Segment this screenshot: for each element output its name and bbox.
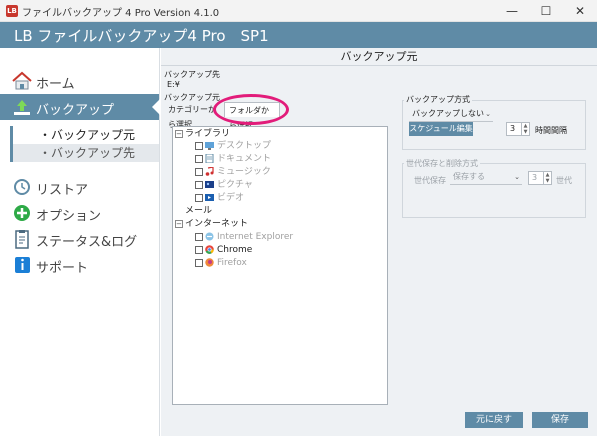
tree-node-internet-explorer[interactable]: Internet Explorer [195, 231, 293, 244]
music-icon [205, 167, 214, 176]
app-logo-icon: LB [6, 5, 18, 17]
backup-method-title: バックアップ方式 [404, 94, 472, 105]
maximize-button[interactable]: ☐ [529, 0, 563, 22]
checkbox[interactable] [195, 245, 203, 254]
generation-group-title: 世代保存と削除方式 [404, 158, 480, 169]
generation-select[interactable]: 保存する ⌄ [450, 171, 522, 185]
sidebar-item-status-log[interactable]: ステータス&ログ [0, 226, 159, 252]
close-button[interactable]: ✕ [563, 0, 597, 22]
revert-button[interactable]: 元に戻す [465, 412, 523, 428]
home-icon [12, 71, 32, 90]
window-titlebar: LB ファイルバックアップ 4 Pro Version 4.1.0 — ☐ ✕ [0, 0, 597, 22]
backup-upload-icon [14, 100, 30, 115]
generation-label: 世代保存 [414, 176, 446, 185]
sidebar-item-label: サポート [36, 261, 89, 276]
save-button[interactable]: 保存 [532, 412, 588, 428]
desktop-icon [205, 142, 214, 150]
tree-node-firefox[interactable]: Firefox [195, 257, 247, 270]
tree-node-pictures[interactable]: ピクチャ [195, 179, 253, 192]
sidebar-item-label: オプション [36, 209, 102, 224]
chrome-icon [205, 245, 214, 254]
sidebar-subitem-backup-source[interactable]: ・バックアップ元 [10, 126, 159, 144]
minimize-button[interactable]: — [495, 0, 529, 22]
schedule-edit-button[interactable]: スケジュール編集 [409, 122, 473, 136]
tree-node-mail[interactable]: メール [185, 205, 212, 218]
tree-node-internet[interactable]: − インターネット [175, 218, 248, 231]
support-info-icon [15, 257, 30, 273]
tree-node-music[interactable]: ミュージック [195, 166, 271, 179]
checkbox[interactable] [195, 258, 203, 267]
video-icon [205, 194, 214, 201]
restore-clock-icon [14, 179, 30, 195]
firefox-icon [205, 258, 214, 267]
checkbox[interactable] [195, 232, 203, 241]
collapse-icon[interactable]: − [175, 219, 183, 228]
sidebar-item-support[interactable]: サポート [0, 252, 159, 278]
stepper-arrows-icon[interactable]: ▲ ▼ [521, 123, 529, 135]
tree-node-desktop[interactable]: デスクトップ [195, 140, 271, 153]
collapse-icon[interactable]: − [175, 129, 183, 138]
interval-stepper[interactable]: 3 ▲ ▼ [506, 122, 530, 136]
checkbox[interactable] [195, 154, 203, 163]
backup-method-select[interactable]: バックアップしない ⌄ [409, 108, 493, 122]
checkbox[interactable] [195, 141, 203, 150]
tree-node-documents[interactable]: ドキュメント [195, 153, 271, 166]
window-title: ファイルバックアップ 4 Pro Version 4.1.0 [22, 8, 220, 19]
highlight-annotation [213, 94, 289, 125]
sidebar-item-label: バックアップ [36, 103, 115, 118]
document-icon [205, 154, 214, 163]
app-header: LB ファイルバックアップ4 Pro SP1 [0, 22, 597, 48]
interval-unit-label: 時間間隔 [535, 126, 567, 135]
generation-unit-label: 世代 [556, 176, 572, 185]
sidebar-item-backup[interactable]: バックアップ [0, 94, 160, 120]
sidebar-item-options[interactable]: オプション [0, 200, 159, 226]
section-title: バックアップ元 [161, 48, 597, 66]
chevron-down-icon: ⌄ [514, 173, 520, 181]
status-clipboard-icon [15, 230, 29, 249]
checkbox[interactable] [195, 167, 203, 176]
sidebar-subitem-backup-destination[interactable]: ・バックアップ先 [10, 144, 159, 162]
tree-node-videos[interactable]: ビデオ [195, 192, 244, 205]
destination-label: バックアップ先 [164, 70, 220, 79]
checkbox[interactable] [195, 193, 203, 202]
generation-count-stepper[interactable]: 3 ▲ ▼ [528, 171, 552, 185]
checkbox[interactable] [195, 180, 203, 189]
app-title: LB ファイルバックアップ4 Pro SP1 [14, 27, 269, 45]
stepper-arrows-icon[interactable]: ▲ ▼ [543, 172, 551, 184]
sidebar-item-label: ステータス&ログ [36, 235, 138, 250]
sidebar: ホーム バックアップ ・バックアップ元 ・バックアップ先 リストア オプション … [0, 48, 160, 436]
ie-icon [205, 232, 214, 241]
sidebar-item-label: ホーム [36, 77, 75, 92]
chevron-down-icon: ⌄ [485, 110, 491, 118]
destination-value: E:¥ [167, 80, 180, 89]
picture-icon [205, 181, 214, 188]
sidebar-item-label: リストア [36, 183, 89, 198]
sidebar-item-home[interactable]: ホーム [0, 68, 159, 94]
sidebar-item-restore[interactable]: リストア [0, 174, 159, 200]
options-plus-icon [14, 205, 30, 221]
tree-node-chrome[interactable]: Chrome [195, 244, 252, 257]
